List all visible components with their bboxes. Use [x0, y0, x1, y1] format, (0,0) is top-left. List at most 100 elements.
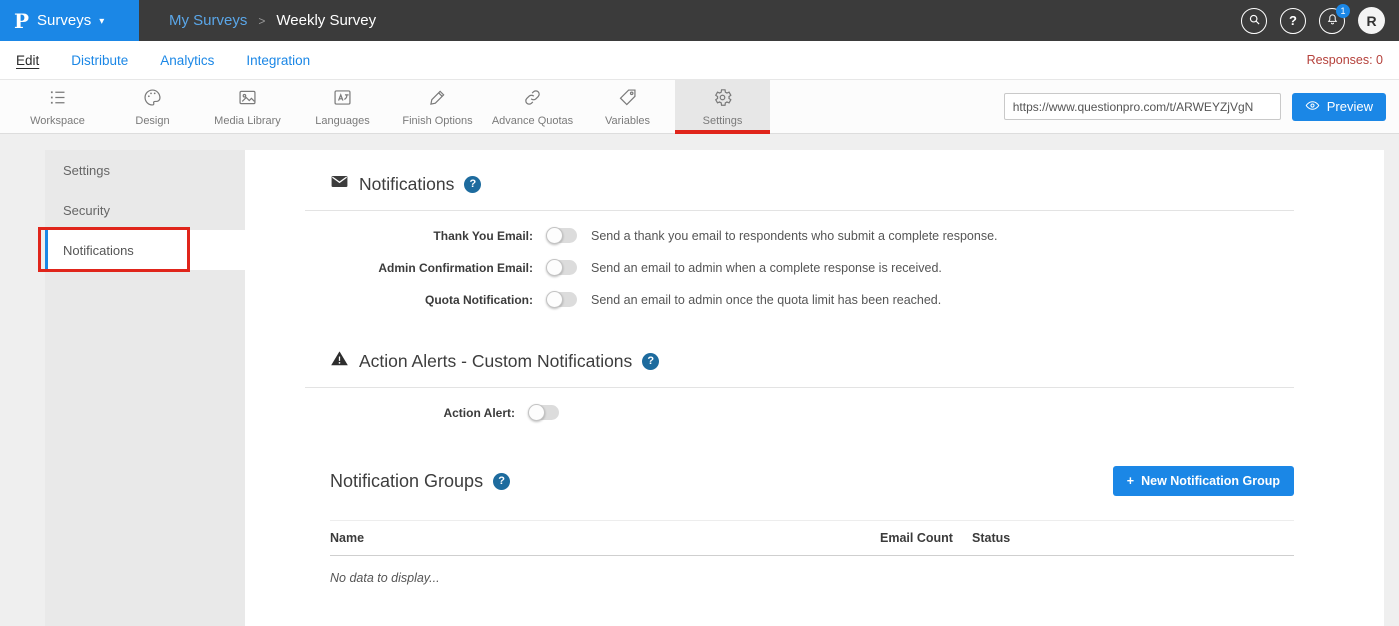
- avatar[interactable]: R: [1358, 7, 1385, 34]
- preview-button[interactable]: Preview: [1292, 93, 1386, 121]
- translate-icon: [332, 87, 353, 111]
- breadcrumb-my-surveys[interactable]: My Surveys: [169, 12, 247, 29]
- breadcrumb-separator: >: [258, 14, 265, 28]
- notification-count-badge: 1: [1336, 4, 1350, 18]
- row-description: Send an email to admin when a complete r…: [591, 261, 942, 275]
- action-alert-rows: Action Alert:: [305, 405, 1294, 420]
- notification-groups-header: Notification Groups ? + New Notification…: [305, 466, 1294, 496]
- brand-surveys-menu[interactable]: P Surveys ▾: [0, 0, 139, 41]
- help-button[interactable]: ?: [1280, 8, 1306, 34]
- notification-groups-title: Notification Groups ?: [330, 471, 510, 492]
- sidebar-item-label: Notifications: [63, 243, 134, 258]
- tag-icon: [617, 87, 638, 111]
- toggle-knob: [546, 259, 563, 276]
- responses-count: Responses: 0: [1307, 53, 1383, 67]
- chain-link-icon: [522, 87, 543, 111]
- content-area: Settings Security Notifications Notifica…: [0, 134, 1399, 626]
- action-alerts-section: Action Alerts - Custom Notifications ? A…: [305, 349, 1294, 420]
- action-alerts-heading: Action Alerts - Custom Notifications ?: [330, 349, 1294, 373]
- action-alert-row: Action Alert:: [305, 405, 1294, 420]
- thank-you-email-row: Thank You Email: Send a thank you email …: [305, 228, 1294, 243]
- chevron-down-icon: ▾: [99, 16, 104, 27]
- tool-media-library[interactable]: Media Library: [200, 80, 295, 133]
- survey-nav-tabs: Edit Distribute Analytics Integration Re…: [0, 41, 1399, 80]
- sidebar-item-label: Settings: [63, 163, 110, 178]
- tool-label: Workspace: [30, 115, 85, 127]
- tool-label: Settings: [703, 115, 743, 127]
- table-header-row: Name Email Count Status: [330, 520, 1294, 556]
- sidebar-item-label: Security: [63, 203, 110, 218]
- admin-confirmation-email-row: Admin Confirmation Email: Send an email …: [305, 260, 1294, 275]
- thank-you-email-toggle[interactable]: [547, 228, 577, 243]
- empty-state-text: No data to display...: [330, 556, 1294, 600]
- row-description: Send an email to admin once the quota li…: [591, 293, 941, 307]
- tool-label: Advance Quotas: [492, 115, 573, 127]
- quota-notification-row: Quota Notification: Send an email to adm…: [305, 292, 1294, 307]
- tool-finish-options[interactable]: Finish Options: [390, 80, 485, 133]
- sidebar-item-notifications[interactable]: Notifications: [45, 230, 245, 270]
- brush-icon: [427, 87, 448, 111]
- tool-label: Design: [135, 115, 169, 127]
- help-icon[interactable]: ?: [493, 473, 510, 490]
- workspace-list-icon: [47, 87, 68, 111]
- tab-integration[interactable]: Integration: [246, 53, 310, 68]
- breadcrumb: My Surveys > Weekly Survey: [169, 12, 376, 29]
- help-icon[interactable]: ?: [642, 353, 659, 370]
- quota-notification-toggle[interactable]: [547, 292, 577, 307]
- tool-variables[interactable]: Variables: [580, 80, 675, 133]
- column-header-email-count: Email Count: [880, 531, 972, 545]
- sidebar-item-settings[interactable]: Settings: [45, 150, 245, 190]
- tab-edit[interactable]: Edit: [16, 53, 39, 68]
- row-label: Admin Confirmation Email:: [305, 261, 533, 275]
- topbar-actions: ? 1 R: [1241, 7, 1399, 34]
- palette-icon: [142, 87, 163, 111]
- breadcrumb-current-survey: Weekly Survey: [276, 12, 376, 29]
- edit-toolbar: Workspace Design Media Library Languages…: [0, 80, 1399, 134]
- tool-label: Media Library: [214, 115, 281, 127]
- search-button[interactable]: [1241, 8, 1267, 34]
- topbar: P Surveys ▾ My Surveys > Weekly Survey ?…: [0, 0, 1399, 41]
- plus-icon: +: [1127, 474, 1134, 488]
- image-icon: [237, 87, 258, 111]
- brand-label: Surveys: [37, 12, 91, 29]
- row-label: Action Alert:: [305, 406, 515, 420]
- eye-icon: [1305, 98, 1320, 116]
- envelope-icon: [330, 172, 349, 196]
- action-alert-toggle[interactable]: [529, 405, 559, 420]
- help-icon: ?: [1289, 13, 1297, 28]
- notification-toggle-rows: Thank You Email: Send a thank you email …: [305, 228, 1294, 307]
- toolbar-right: Preview: [1004, 80, 1399, 133]
- search-icon: [1248, 13, 1261, 29]
- tool-advance-quotas[interactable]: Advance Quotas: [485, 80, 580, 133]
- toggle-knob: [528, 404, 545, 421]
- tab-distribute[interactable]: Distribute: [71, 53, 128, 68]
- notifications-bell-button[interactable]: 1: [1319, 8, 1345, 34]
- row-description: Send a thank you email to respondents wh…: [591, 229, 998, 243]
- button-label: New Notification Group: [1141, 474, 1280, 488]
- preview-label: Preview: [1327, 99, 1373, 114]
- notification-groups-table: Name Email Count Status No data to displ…: [330, 520, 1294, 600]
- tool-label: Finish Options: [402, 115, 472, 127]
- settings-sidebar: Settings Security Notifications: [45, 150, 245, 626]
- divider: [305, 210, 1294, 211]
- row-label: Thank You Email:: [305, 229, 533, 243]
- admin-confirmation-email-toggle[interactable]: [547, 260, 577, 275]
- notifications-section-heading: Notifications ?: [330, 172, 1294, 196]
- annotation-settings-underline: [675, 130, 770, 134]
- column-header-status: Status: [972, 531, 1294, 545]
- sidebar-item-security[interactable]: Security: [45, 190, 245, 230]
- tool-languages[interactable]: Languages: [295, 80, 390, 133]
- tab-analytics[interactable]: Analytics: [160, 53, 214, 68]
- row-label: Quota Notification:: [305, 293, 533, 307]
- tool-label: Variables: [605, 115, 650, 127]
- survey-url-input[interactable]: [1004, 93, 1281, 120]
- toggle-knob: [546, 291, 563, 308]
- tool-settings[interactable]: Settings: [675, 80, 770, 133]
- section-title: Notification Groups: [330, 471, 483, 492]
- tool-design[interactable]: Design: [105, 80, 200, 133]
- toggle-knob: [546, 227, 563, 244]
- help-icon[interactable]: ?: [464, 176, 481, 193]
- column-header-name: Name: [330, 531, 880, 545]
- new-notification-group-button[interactable]: + New Notification Group: [1113, 466, 1294, 496]
- tool-workspace[interactable]: Workspace: [10, 80, 105, 133]
